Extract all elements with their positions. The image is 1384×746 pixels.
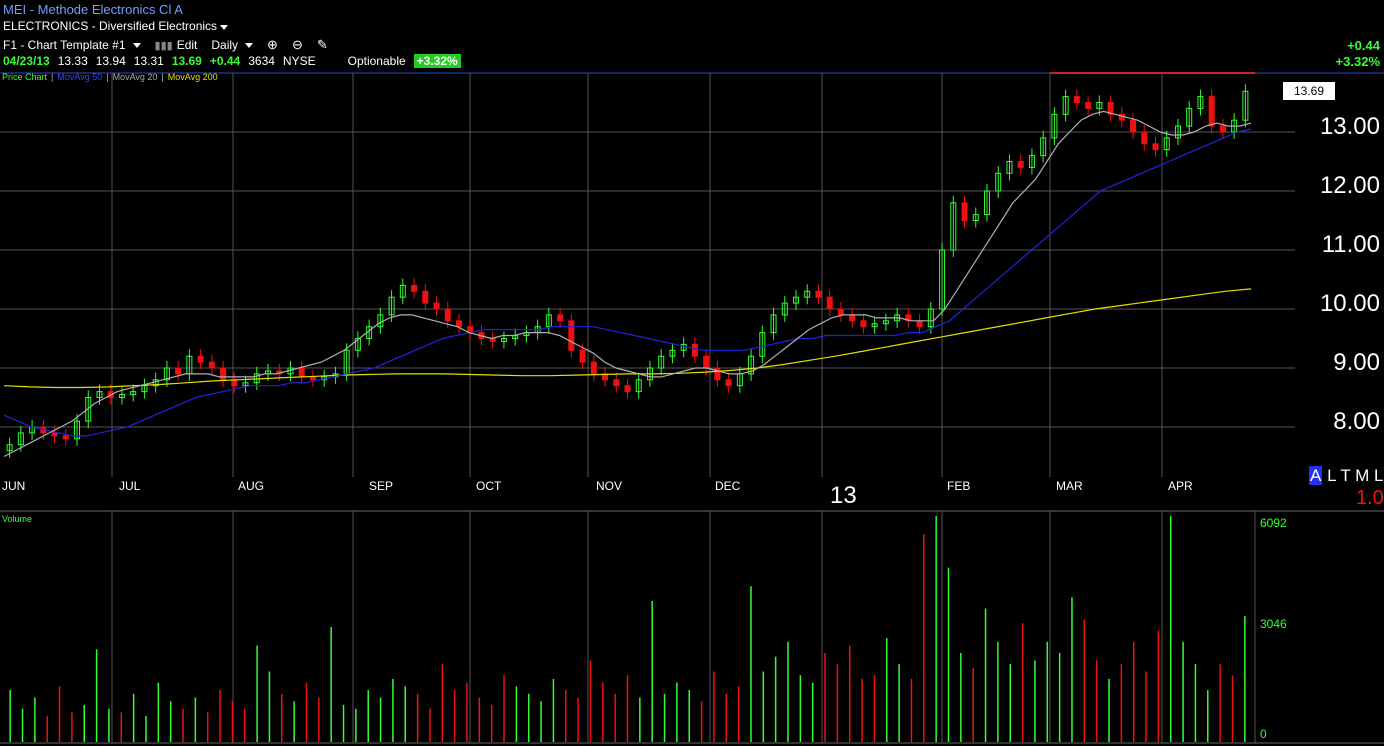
chart-legend: Price Chart | MovAvg 50 | MovAvg 20 | Mo… <box>2 72 218 82</box>
candle-body <box>197 355 204 363</box>
candle-body <box>837 308 844 316</box>
candle-body <box>444 308 451 322</box>
y-tick-label: 11.00 <box>1321 231 1380 258</box>
ma20-line <box>3 110 1252 458</box>
candle-body <box>725 379 732 387</box>
candle-body <box>557 314 564 322</box>
legend-ma20: MovAvg 20 <box>112 72 158 82</box>
y-tick-label: 12.00 <box>1319 172 1380 199</box>
candle-body <box>1141 131 1148 145</box>
month-label: JUL <box>119 479 141 493</box>
candle-body <box>613 379 620 387</box>
candle-body <box>433 302 440 310</box>
candle-body <box>455 320 462 328</box>
candle-body <box>1085 102 1092 109</box>
candle-body <box>62 435 69 440</box>
volume-zero-label: 0 <box>1260 727 1267 741</box>
legend-ma50: MovAvg 50 <box>57 72 103 82</box>
candle-body <box>624 385 631 393</box>
scale-options[interactable]: L T M L <box>1327 466 1383 485</box>
candle-body <box>860 320 867 328</box>
candle-body <box>590 361 597 375</box>
candle-body <box>220 367 227 381</box>
month-label: DEC <box>715 479 741 493</box>
last-price-box: 13.69 <box>1283 82 1335 100</box>
scale-a-button[interactable]: A <box>1309 466 1323 485</box>
candle-body <box>1073 96 1080 103</box>
candle-body <box>826 296 833 310</box>
candle-body <box>1130 119 1137 133</box>
candle-body <box>815 290 822 298</box>
month-label: OCT <box>476 479 502 493</box>
scale-toggle[interactable]: A L T M L <box>1309 466 1383 486</box>
candle-body <box>422 290 429 304</box>
y-tick-label: 13.00 <box>1319 113 1380 140</box>
volume-max-label: 6092 <box>1260 516 1287 530</box>
legend-ma200: MovAvg 200 <box>167 72 218 82</box>
candle-body <box>309 376 316 381</box>
month-label: NOV <box>596 479 623 493</box>
candle-body <box>703 355 710 369</box>
candle-body <box>691 343 698 357</box>
volume-mid-label: 3046 <box>1260 617 1287 631</box>
y-tick-label: 10.00 <box>1319 290 1380 317</box>
price-chart[interactable] <box>0 0 1384 746</box>
ratio-label: 1.0 <box>1356 487 1384 509</box>
candle-body <box>51 432 58 437</box>
candle-body <box>579 349 586 363</box>
ma200-line <box>3 288 1252 389</box>
candle-body <box>175 367 182 375</box>
legend-price: Price Chart <box>2 72 48 82</box>
y-tick-label: 8.00 <box>1333 408 1380 435</box>
month-label: FEB <box>947 479 971 493</box>
candle-body <box>231 379 238 387</box>
candle-body <box>208 361 215 369</box>
volume-title: Volume <box>2 514 33 524</box>
month-label: SEP <box>369 479 394 493</box>
candle-body <box>1208 96 1215 127</box>
candle-body <box>961 202 968 222</box>
candle-body <box>1017 161 1024 168</box>
candle-body <box>916 320 923 328</box>
month-label: AUG <box>238 479 265 493</box>
candle-body <box>411 284 418 292</box>
candle-body <box>298 367 305 378</box>
candle-body <box>849 314 856 322</box>
candle-body <box>568 320 575 351</box>
candle-body <box>1152 143 1159 151</box>
y-tick-label: 9.00 <box>1333 349 1380 376</box>
month-label: APR <box>1168 479 1193 493</box>
month-label: JUN <box>2 479 26 493</box>
candle-body <box>1219 125 1226 133</box>
year-label: 13 <box>830 482 857 509</box>
month-label: MAR <box>1056 479 1083 493</box>
